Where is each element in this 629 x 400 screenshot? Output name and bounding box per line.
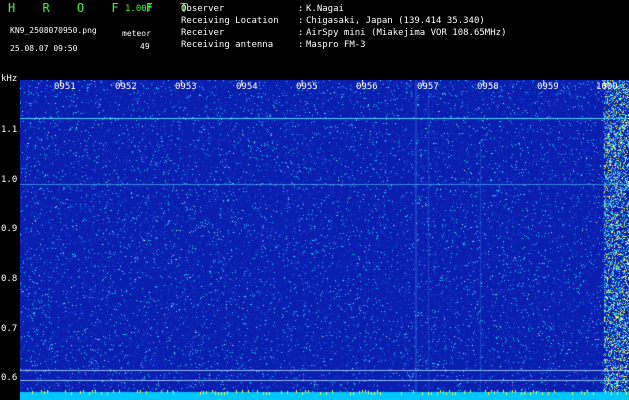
observer-colon: : [298,4,304,14]
version-label: 1.00f [125,4,153,14]
location-colon: : [298,16,304,26]
x-label-0957: 0957 [417,82,439,92]
location-key: Receiving Location [181,16,279,26]
observer-key: Observer [181,4,225,14]
antenna-colon: : [298,40,304,50]
y-label-0-9: 0.9 [1,224,18,234]
antenna-value: Maspro FM-3 [306,40,366,50]
filename-label: KN9_2508070950.png [10,26,97,35]
y-label-0-6: 0.6 [1,373,18,383]
x-label-0951: 0951 [54,82,76,92]
meteor-count: 49 [140,42,150,51]
x-label-0953: 0953 [175,82,197,92]
receiver-key: Receiver [181,28,225,38]
receiver-value: AirSpy mini (Miakejima VOR 108.65MHz) [306,28,507,38]
antenna-key: Receiving antenna [181,40,274,50]
y-label-1-1: 1.1 [1,125,18,135]
datetime-label: 25.08.07 09:50 [10,44,78,53]
location-value: Chigasaki, Japan (139.414 35.340) [306,16,485,26]
x-label-0956: 0956 [356,82,378,92]
meteor-label: meteor [122,29,151,38]
x-label-0959: 0959 [537,82,559,92]
unit-label: kHz [1,74,18,84]
x-label-0955: 0955 [296,82,318,92]
x-label-0952: 0952 [115,82,137,92]
x-label-0958: 0958 [477,82,499,92]
receiver-colon: : [298,28,304,38]
x-label-1000: 1000 [596,82,618,92]
observer-value: K.Nagai [306,4,344,14]
y-label-1-0: 1.0 [1,175,18,185]
y-label-0-7: 0.7 [1,324,18,334]
x-label-0954: 0954 [236,82,258,92]
app-title: H R O F F T [8,1,198,15]
spectrogram-canvas [20,80,629,400]
y-label-0-8: 0.8 [1,274,18,284]
